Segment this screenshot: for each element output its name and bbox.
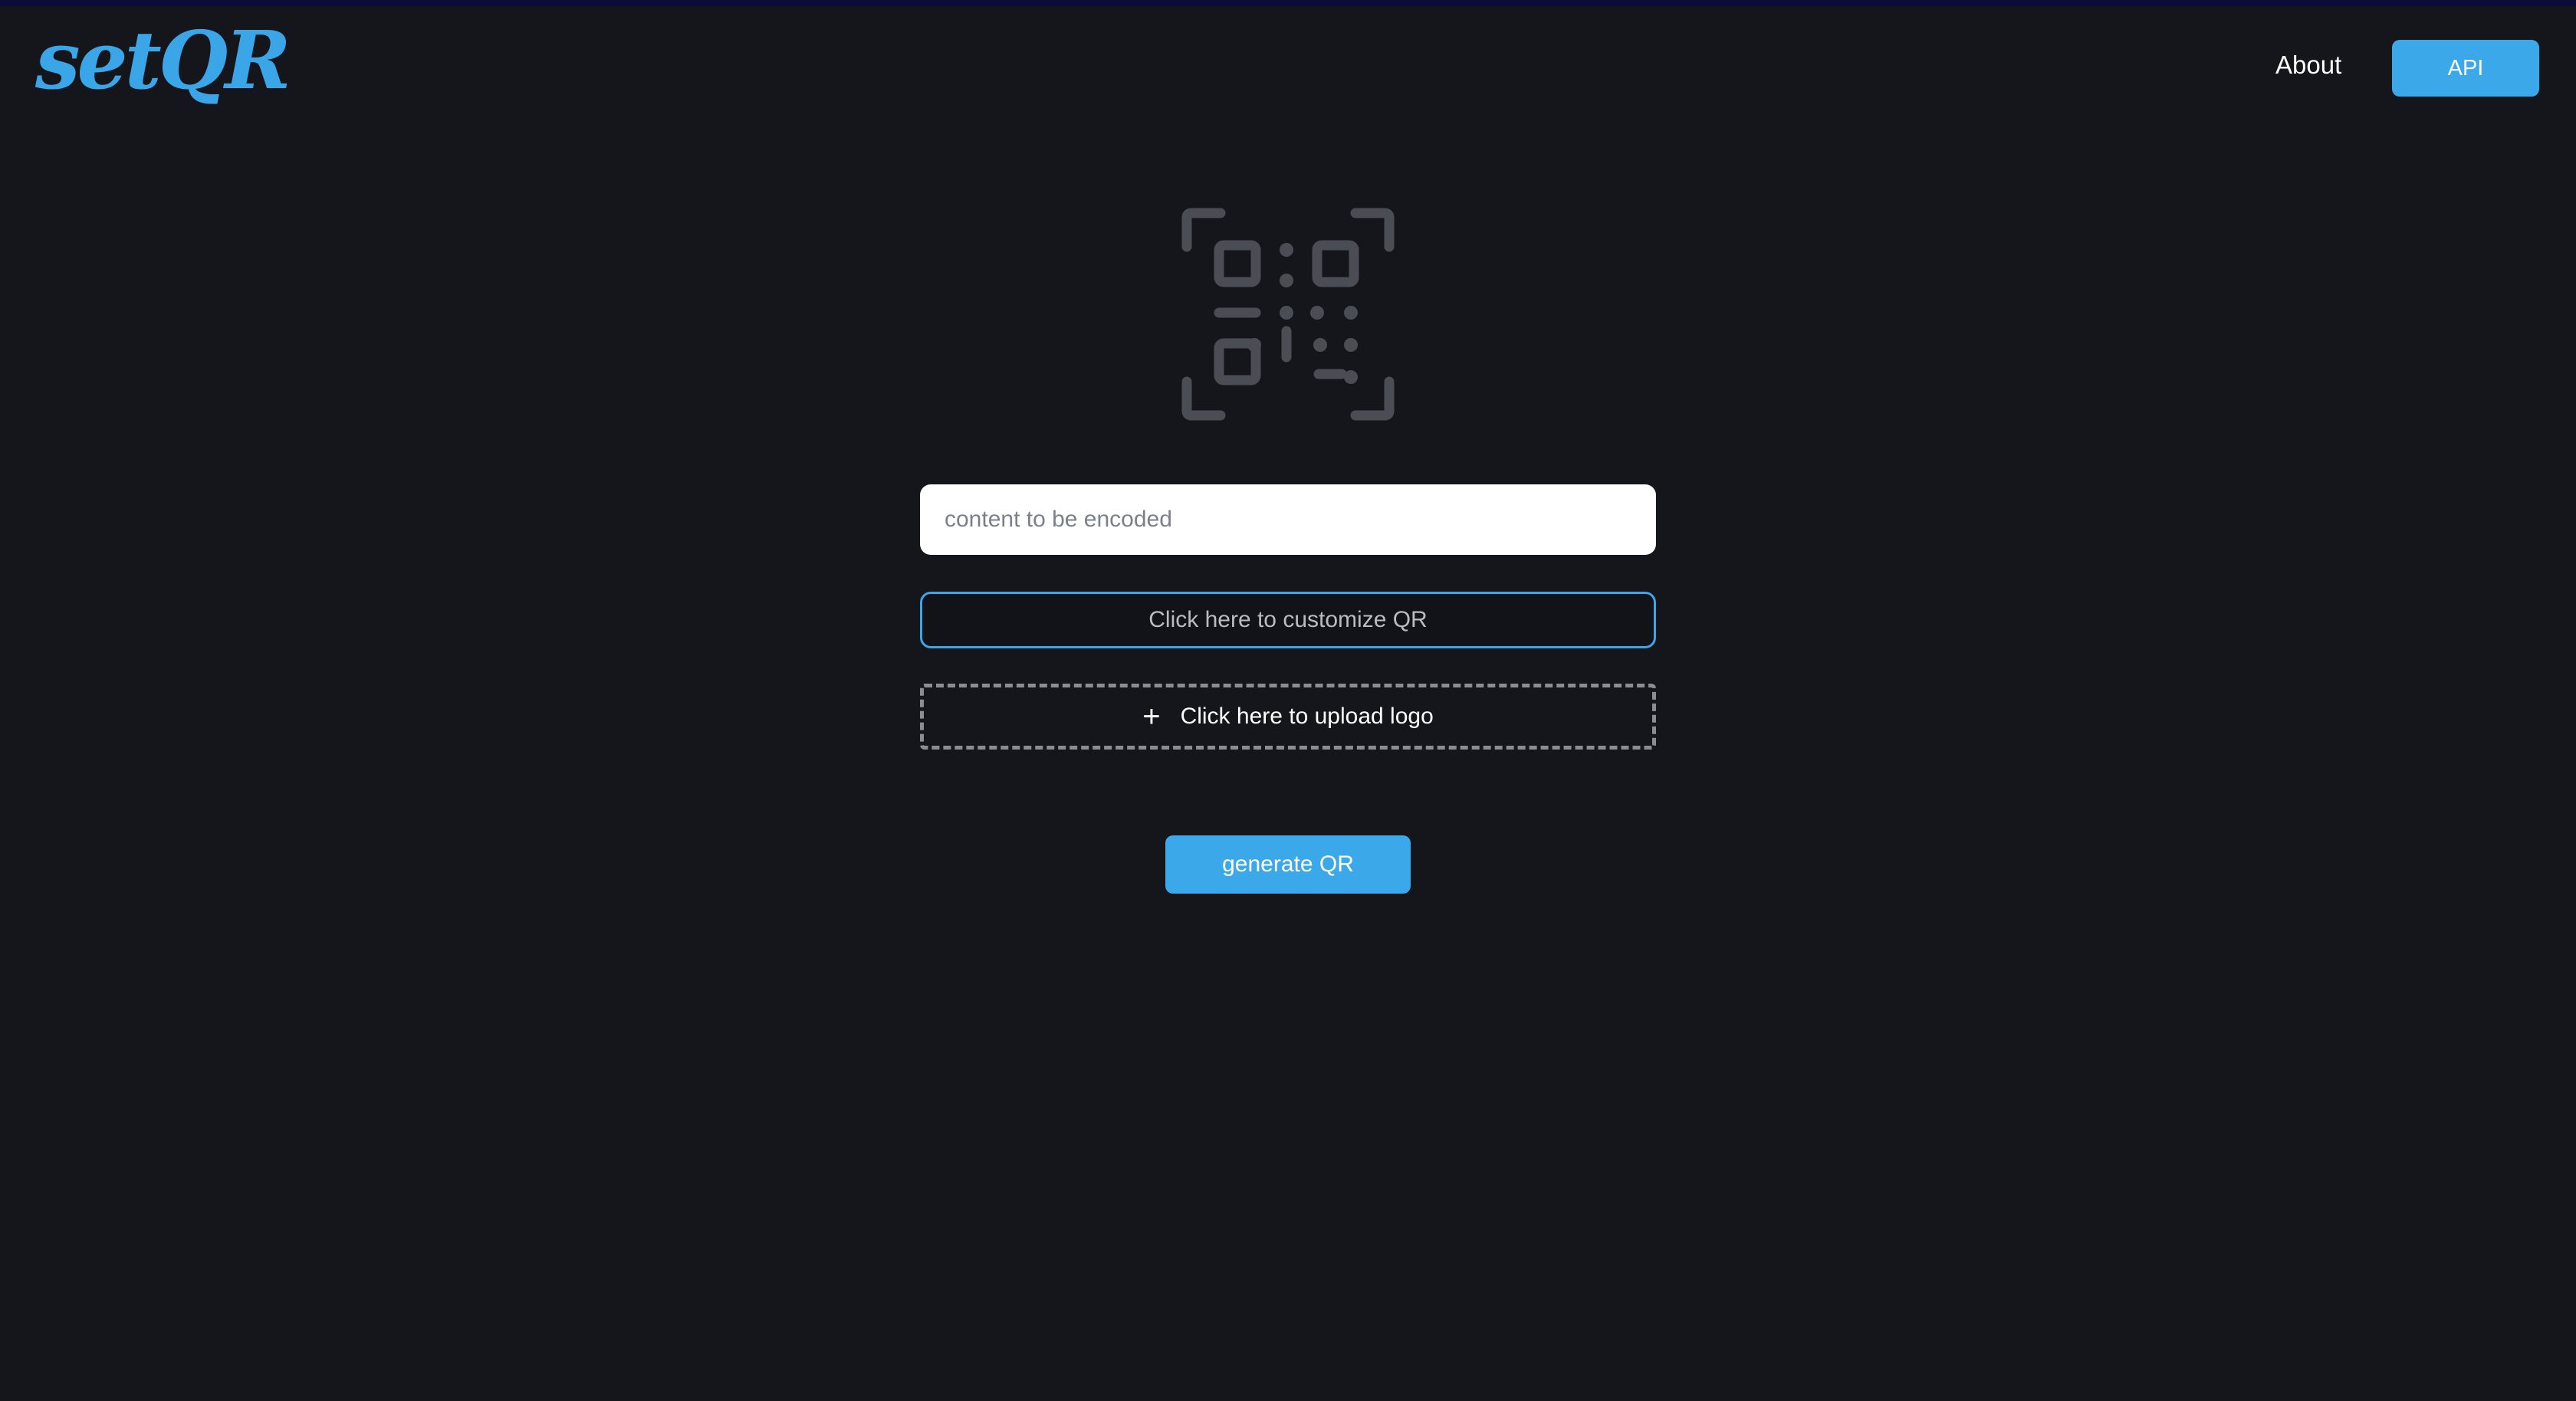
nav-api-button[interactable]: API <box>2392 40 2539 97</box>
app-page: setQR About API content to be encoded Cl… <box>0 0 2576 1401</box>
content-input[interactable] <box>920 484 1656 555</box>
upload-logo-label: Click here to upload logo <box>1180 704 1434 729</box>
plus-icon: + <box>1142 700 1161 733</box>
nav-about-link[interactable]: About <box>2275 51 2341 80</box>
qr-code-scan-icon <box>1181 208 1395 421</box>
generate-qr-button[interactable]: generate QR <box>1165 835 1411 894</box>
customize-qr-button[interactable]: Click here to customize QR <box>920 592 1656 648</box>
logo[interactable]: setQR <box>35 16 291 104</box>
upload-logo-dropzone[interactable]: + Click here to upload logo <box>920 684 1656 750</box>
